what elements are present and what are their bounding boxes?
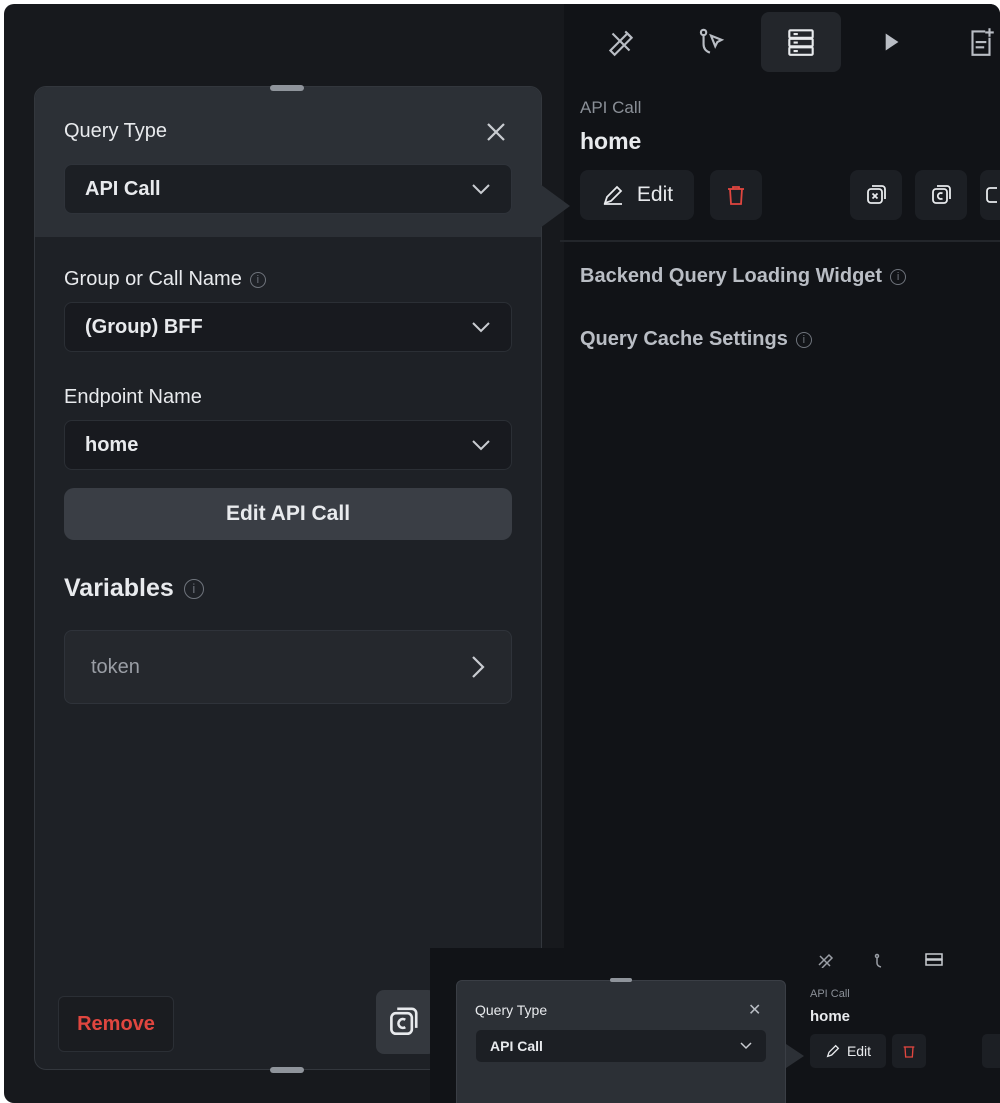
query-panel-header: [35, 87, 541, 237]
trash-icon: [728, 186, 744, 205]
right-panel-title: home: [580, 128, 642, 154]
drag-handle[interactable]: [270, 85, 304, 91]
chevron-down-icon: [472, 440, 490, 451]
mini-panel-pointer: [786, 1044, 804, 1068]
mini-icon-button: [982, 1034, 1000, 1068]
remove-button[interactable]: Remove: [58, 996, 174, 1052]
query-type-select[interactable]: API Call: [64, 164, 512, 214]
backend-query-loading-widget-row[interactable]: Backend Query Loading Widget i: [580, 265, 907, 288]
mini-edit-label: Edit: [846, 1043, 872, 1059]
query-cache-settings-row[interactable]: Query Cache Settings i: [580, 328, 812, 351]
mini-title: home: [810, 1008, 851, 1025]
edit-api-call-button[interactable]: Edit API Call: [64, 488, 512, 540]
copy-button[interactable]: [915, 170, 967, 220]
panel-pointer: [540, 184, 570, 228]
endpoint-label: Endpoint Name: [64, 386, 202, 409]
mini-delete-button: [892, 1034, 926, 1068]
info-icon[interactable]: i: [795, 331, 812, 348]
delete-button[interactable]: [710, 170, 762, 220]
more-button[interactable]: [980, 170, 1000, 220]
group-value: (Group) BFF: [85, 315, 203, 338]
info-icon[interactable]: i: [249, 271, 266, 288]
group-label: Group or Call Name i: [64, 268, 266, 291]
mini-subtitle: API Call: [810, 988, 850, 1000]
info-icon[interactable]: i: [183, 578, 204, 599]
endpoint-label-text: Endpoint Name: [64, 386, 202, 408]
tools-icon: [800, 948, 852, 972]
trash-icon: [903, 1046, 915, 1058]
code-x-icon: [867, 185, 886, 204]
copy-icon: [390, 1007, 418, 1036]
divider: [560, 240, 1000, 242]
group-select[interactable]: (Group) BFF: [64, 302, 512, 352]
tools-icon[interactable]: [576, 12, 666, 72]
play-icon[interactable]: [846, 12, 936, 72]
drag-handle-bottom[interactable]: [270, 1067, 304, 1073]
mini-query-type-select: API Call: [476, 1030, 766, 1062]
variables-label: Variables: [64, 574, 174, 602]
close-icon: ✕: [748, 1002, 762, 1019]
endpoint-value: home: [85, 433, 139, 456]
top-toolbar: [576, 12, 1000, 72]
query-type-value: API Call: [85, 177, 161, 200]
cursor-flow-icon: [854, 948, 906, 972]
preview-thumbnail: Query Type ✕ API Call API Call home Edit: [430, 948, 1000, 1103]
mini-edit-button: Edit: [810, 1034, 886, 1068]
query-type-text: Query Type: [64, 120, 168, 142]
chevron-right-icon: [472, 656, 485, 678]
code-x-button[interactable]: [850, 170, 902, 220]
database-icon: [908, 948, 960, 972]
close-icon[interactable]: [480, 116, 512, 148]
copy-query-button[interactable]: [376, 990, 436, 1054]
copy-icon: [932, 185, 951, 204]
variable-name: token: [91, 655, 140, 678]
pencil-icon: [826, 1044, 840, 1058]
add-document-icon[interactable]: [936, 12, 1000, 72]
cursor-flow-icon[interactable]: [666, 12, 756, 72]
right-panel-subtitle: API Call: [580, 98, 642, 117]
mini-toolbar: [800, 948, 960, 972]
mini-query-type-label: Query Type: [475, 1002, 548, 1018]
database-icon[interactable]: [761, 12, 841, 72]
right-panel: [564, 4, 1000, 1103]
pencil-icon: [603, 185, 623, 205]
edit-label: Edit: [636, 183, 674, 206]
endpoint-select[interactable]: home: [64, 420, 512, 470]
chevron-down-icon: [472, 184, 490, 195]
row-label: Backend Query Loading Widget: [580, 265, 883, 287]
variables-heading: Variables i: [64, 574, 204, 603]
group-label-text: Group or Call Name: [64, 268, 242, 290]
info-icon[interactable]: i: [890, 268, 907, 285]
variable-row-token[interactable]: token: [64, 630, 512, 704]
chevron-down-icon: [472, 322, 490, 333]
edit-button[interactable]: Edit: [580, 170, 694, 220]
mini-drag-handle: [610, 978, 632, 982]
query-type-label: Query Type: [64, 120, 167, 143]
mini-query-type-value: API Call: [490, 1038, 543, 1054]
chevron-down-icon: [740, 1042, 752, 1050]
document-icon: [986, 187, 997, 203]
row-label: Query Cache Settings: [580, 328, 788, 350]
